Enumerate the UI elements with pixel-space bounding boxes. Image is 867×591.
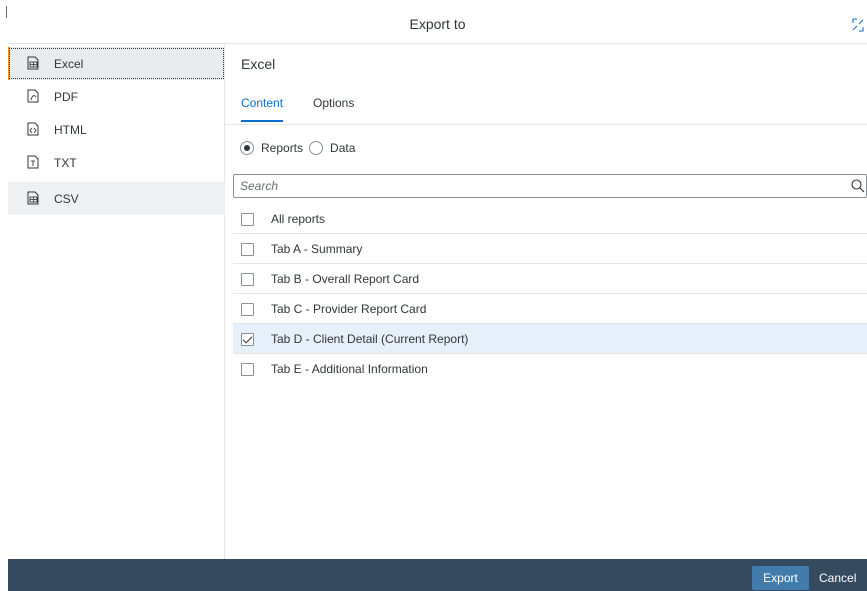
export-type-radio-group: Reports Data bbox=[240, 140, 361, 156]
csv-icon bbox=[27, 191, 39, 205]
sidebar-item-excel[interactable]: Excel bbox=[8, 47, 225, 80]
export-button[interactable]: Export bbox=[752, 566, 809, 590]
list-item[interactable]: Tab E - Additional Information bbox=[233, 354, 867, 384]
list-item[interactable]: Tab D - Client Detail (Current Report) bbox=[233, 324, 867, 354]
search-input[interactable] bbox=[240, 177, 830, 195]
format-sidebar: Excel PDF HTML TXT CSV bbox=[8, 44, 225, 559]
list-item[interactable]: Tab C - Provider Report Card bbox=[233, 294, 867, 324]
checkbox[interactable] bbox=[241, 303, 254, 316]
sidebar-item-label: Excel bbox=[54, 56, 84, 71]
background-window-mark bbox=[6, 6, 7, 18]
list-item-all-reports[interactable]: All reports bbox=[233, 204, 867, 234]
list-item-label: Tab B - Overall Report Card bbox=[271, 272, 420, 286]
expand-icon[interactable] bbox=[851, 18, 865, 32]
checkbox[interactable] bbox=[241, 243, 254, 256]
list-item-label: All reports bbox=[271, 212, 326, 226]
list-item-label: Tab C - Provider Report Card bbox=[271, 302, 427, 316]
sidebar-item-txt[interactable]: TXT bbox=[8, 146, 225, 179]
cancel-button[interactable]: Cancel bbox=[811, 566, 867, 590]
sidebar-item-pdf[interactable]: PDF bbox=[8, 80, 225, 113]
data-radio[interactable] bbox=[309, 141, 324, 155]
search-field bbox=[233, 174, 867, 198]
reports-radio[interactable] bbox=[240, 141, 254, 155]
export-dialog: Export to Excel PDF HTML TXT CSV Excel C… bbox=[8, 0, 867, 591]
checkbox-checked[interactable] bbox=[241, 333, 254, 346]
sidebar-item-label: PDF bbox=[54, 89, 78, 104]
list-item-label: Tab E - Additional Information bbox=[271, 362, 428, 376]
checkbox[interactable] bbox=[241, 273, 254, 286]
sidebar-item-csv[interactable]: CSV bbox=[8, 182, 225, 215]
checkbox[interactable] bbox=[241, 363, 254, 376]
background-window-edge bbox=[0, 0, 8, 591]
list-item-label: Tab A - Summary bbox=[271, 242, 363, 256]
checkbox[interactable] bbox=[241, 213, 254, 226]
dialog-title: Export to bbox=[409, 16, 466, 32]
excel-icon bbox=[27, 56, 39, 70]
list-item-label: Tab D - Client Detail (Current Report) bbox=[271, 332, 469, 346]
tab-content[interactable]: Content bbox=[241, 96, 284, 122]
html-icon bbox=[27, 122, 39, 136]
sidebar-item-label: TXT bbox=[54, 155, 77, 170]
search-icon[interactable] bbox=[851, 179, 865, 193]
pdf-icon bbox=[27, 89, 39, 103]
list-item[interactable]: Tab B - Overall Report Card bbox=[233, 264, 867, 294]
section-title: Excel bbox=[241, 56, 276, 72]
dialog-header: Export to bbox=[8, 0, 867, 44]
txt-icon bbox=[27, 155, 39, 169]
sidebar-item-label: HTML bbox=[54, 122, 87, 137]
reports-radio-label[interactable]: Reports bbox=[261, 141, 303, 155]
dialog-footer bbox=[8, 559, 867, 591]
sidebar-item-label: CSV bbox=[54, 191, 79, 206]
sidebar-item-html[interactable]: HTML bbox=[8, 113, 225, 146]
tab-options[interactable]: Options bbox=[313, 96, 354, 120]
export-content-panel: Excel Content Options Reports Data All r… bbox=[225, 44, 867, 559]
data-radio-label[interactable]: Data bbox=[330, 141, 355, 155]
list-item[interactable]: Tab A - Summary bbox=[233, 234, 867, 264]
tab-bar: Content Options bbox=[225, 92, 867, 125]
